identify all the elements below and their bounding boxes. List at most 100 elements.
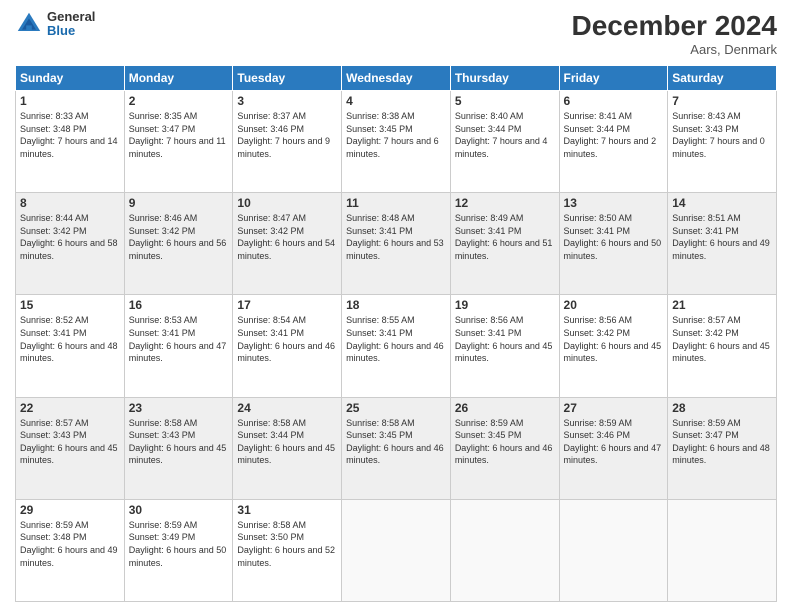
- calendar-cell: 22Sunrise: 8:57 AMSunset: 3:43 PMDayligh…: [16, 397, 125, 499]
- calendar-cell: 28Sunrise: 8:59 AMSunset: 3:47 PMDayligh…: [668, 397, 777, 499]
- day-number: 17: [237, 298, 337, 312]
- day-info: Sunrise: 8:55 AMSunset: 3:41 PMDaylight:…: [346, 314, 446, 364]
- day-number: 27: [564, 401, 664, 415]
- calendar-cell: [342, 499, 451, 601]
- day-info: Sunrise: 8:57 AMSunset: 3:42 PMDaylight:…: [672, 314, 772, 364]
- day-number: 14: [672, 196, 772, 210]
- day-number: 21: [672, 298, 772, 312]
- day-number: 3: [237, 94, 337, 108]
- day-info: Sunrise: 8:56 AMSunset: 3:41 PMDaylight:…: [455, 314, 555, 364]
- day-info: Sunrise: 8:52 AMSunset: 3:41 PMDaylight:…: [20, 314, 120, 364]
- calendar-cell: 27 Sunrise: 8:59 AMSunset: 3:46 PMDayligh…: [559, 397, 668, 499]
- day-info: Sunrise: 8:59 AMSunset: 3:47 PMDaylight:…: [672, 417, 772, 467]
- weekday-header: Tuesday: [233, 66, 342, 91]
- calendar-cell: [450, 499, 559, 601]
- calendar-cell: 2Sunrise: 8:35 AMSunset: 3:47 PMDaylight…: [124, 91, 233, 193]
- calendar-cell: 20 Sunrise: 8:56 AMSunset: 3:42 PMDayligh…: [559, 295, 668, 397]
- calendar-cell: 14 Sunrise: 8:51 AMSunset: 3:41 PMDayligh…: [668, 193, 777, 295]
- day-info: Sunrise: 8:57 AMSunset: 3:43 PMDaylight:…: [20, 417, 120, 467]
- calendar-cell: 26Sunrise: 8:59 AMSunset: 3:45 PMDayligh…: [450, 397, 559, 499]
- calendar-cell: 24Sunrise: 8:58 AMSunset: 3:44 PMDayligh…: [233, 397, 342, 499]
- day-number: 1: [20, 94, 120, 108]
- day-number: 26: [455, 401, 555, 415]
- day-number: 23: [129, 401, 229, 415]
- calendar-cell: 12 Sunrise: 8:49 AMSunset: 3:41 PMDayligh…: [450, 193, 559, 295]
- calendar-cell: 21 Sunrise: 8:57 AMSunset: 3:42 PMDayligh…: [668, 295, 777, 397]
- day-number: 25: [346, 401, 446, 415]
- weekday-header: Saturday: [668, 66, 777, 91]
- calendar-cell: 18 Sunrise: 8:55 AMSunset: 3:41 PMDayligh…: [342, 295, 451, 397]
- day-number: 4: [346, 94, 446, 108]
- calendar-week-row: 1 Sunrise: 8:33 AMSunset: 3:48 PMDaylight…: [16, 91, 777, 193]
- day-info: Sunrise: 8:49 AMSunset: 3:41 PMDaylight:…: [455, 212, 555, 262]
- day-number: 18: [346, 298, 446, 312]
- day-info: Sunrise: 8:47 AMSunset: 3:42 PMDaylight:…: [237, 212, 337, 262]
- day-info: Sunrise: 8:33 AMSunset: 3:48 PMDaylight:…: [20, 110, 120, 160]
- calendar-cell: 1 Sunrise: 8:33 AMSunset: 3:48 PMDaylight…: [16, 91, 125, 193]
- day-number: 11: [346, 196, 446, 210]
- calendar-cell: 8Sunrise: 8:44 AMSunset: 3:42 PMDaylight…: [16, 193, 125, 295]
- logo-icon: [15, 10, 43, 38]
- month-title: December 2024: [572, 10, 777, 42]
- day-info: Sunrise: 8:48 AMSunset: 3:41 PMDaylight:…: [346, 212, 446, 262]
- calendar-cell: 31Sunrise: 8:58 AMSunset: 3:50 PMDayligh…: [233, 499, 342, 601]
- title-area: December 2024 Aars, Denmark: [572, 10, 777, 57]
- page: General Blue December 2024 Aars, Denmark…: [0, 0, 792, 612]
- calendar: SundayMondayTuesdayWednesdayThursdayFrid…: [15, 65, 777, 602]
- day-info: Sunrise: 8:41 AMSunset: 3:44 PMDaylight:…: [564, 110, 664, 160]
- logo: General Blue: [15, 10, 95, 39]
- day-info: Sunrise: 8:40 AMSunset: 3:44 PMDaylight:…: [455, 110, 555, 160]
- day-info: Sunrise: 8:58 AMSunset: 3:44 PMDaylight:…: [237, 417, 337, 467]
- weekday-header: Friday: [559, 66, 668, 91]
- weekday-header: Thursday: [450, 66, 559, 91]
- calendar-cell: 4 Sunrise: 8:38 AMSunset: 3:45 PMDaylight…: [342, 91, 451, 193]
- weekday-header: Monday: [124, 66, 233, 91]
- day-info: Sunrise: 8:44 AMSunset: 3:42 PMDaylight:…: [20, 212, 120, 262]
- calendar-week-row: 15 Sunrise: 8:52 AMSunset: 3:41 PMDayligh…: [16, 295, 777, 397]
- calendar-cell: [668, 499, 777, 601]
- day-number: 20: [564, 298, 664, 312]
- day-info: Sunrise: 8:43 AMSunset: 3:43 PMDaylight:…: [672, 110, 772, 160]
- calendar-cell: 3 Sunrise: 8:37 AMSunset: 3:46 PMDaylight…: [233, 91, 342, 193]
- calendar-cell: 9Sunrise: 8:46 AMSunset: 3:42 PMDaylight…: [124, 193, 233, 295]
- day-info: Sunrise: 8:51 AMSunset: 3:41 PMDaylight:…: [672, 212, 772, 262]
- day-info: Sunrise: 8:38 AMSunset: 3:45 PMDaylight:…: [346, 110, 446, 160]
- weekday-header: Sunday: [16, 66, 125, 91]
- day-info: Sunrise: 8:50 AMSunset: 3:41 PMDaylight:…: [564, 212, 664, 262]
- day-info: Sunrise: 8:58 AMSunset: 3:43 PMDaylight:…: [129, 417, 229, 467]
- calendar-cell: 16Sunrise: 8:53 AMSunset: 3:41 PMDayligh…: [124, 295, 233, 397]
- logo-general: General: [47, 10, 95, 24]
- calendar-cell: 23 Sunrise: 8:58 AMSunset: 3:43 PMDayligh…: [124, 397, 233, 499]
- day-info: Sunrise: 8:56 AMSunset: 3:42 PMDaylight:…: [564, 314, 664, 364]
- calendar-week-row: 8Sunrise: 8:44 AMSunset: 3:42 PMDaylight…: [16, 193, 777, 295]
- day-number: 10: [237, 196, 337, 210]
- day-info: Sunrise: 8:59 AMSunset: 3:48 PMDaylight:…: [20, 519, 120, 569]
- day-info: Sunrise: 8:59 AMSunset: 3:49 PMDaylight:…: [129, 519, 229, 569]
- calendar-cell: 25 Sunrise: 8:58 AMSunset: 3:45 PMDayligh…: [342, 397, 451, 499]
- day-number: 30: [129, 503, 229, 517]
- day-number: 19: [455, 298, 555, 312]
- calendar-cell: 10 Sunrise: 8:47 AMSunset: 3:42 PMDayligh…: [233, 193, 342, 295]
- calendar-cell: 7Sunrise: 8:43 AMSunset: 3:43 PMDaylight…: [668, 91, 777, 193]
- calendar-cell: 30 Sunrise: 8:59 AMSunset: 3:49 PMDayligh…: [124, 499, 233, 601]
- calendar-cell: 13 Sunrise: 8:50 AMSunset: 3:41 PMDayligh…: [559, 193, 668, 295]
- calendar-cell: 17 Sunrise: 8:54 AMSunset: 3:41 PMDayligh…: [233, 295, 342, 397]
- calendar-week-row: 29Sunrise: 8:59 AMSunset: 3:48 PMDayligh…: [16, 499, 777, 601]
- day-number: 6: [564, 94, 664, 108]
- day-info: Sunrise: 8:46 AMSunset: 3:42 PMDaylight:…: [129, 212, 229, 262]
- day-info: Sunrise: 8:58 AMSunset: 3:45 PMDaylight:…: [346, 417, 446, 467]
- header: General Blue December 2024 Aars, Denmark: [15, 10, 777, 57]
- day-number: 12: [455, 196, 555, 210]
- weekday-header-row: SundayMondayTuesdayWednesdayThursdayFrid…: [16, 66, 777, 91]
- day-number: 13: [564, 196, 664, 210]
- weekday-header: Wednesday: [342, 66, 451, 91]
- day-number: 15: [20, 298, 120, 312]
- logo-text: General Blue: [47, 10, 95, 39]
- day-info: Sunrise: 8:59 AMSunset: 3:46 PMDaylight:…: [564, 417, 664, 467]
- calendar-week-row: 22Sunrise: 8:57 AMSunset: 3:43 PMDayligh…: [16, 397, 777, 499]
- day-info: Sunrise: 8:35 AMSunset: 3:47 PMDaylight:…: [129, 110, 229, 160]
- day-info: Sunrise: 8:37 AMSunset: 3:46 PMDaylight:…: [237, 110, 337, 160]
- day-info: Sunrise: 8:54 AMSunset: 3:41 PMDaylight:…: [237, 314, 337, 364]
- calendar-cell: 19 Sunrise: 8:56 AMSunset: 3:41 PMDayligh…: [450, 295, 559, 397]
- day-info: Sunrise: 8:58 AMSunset: 3:50 PMDaylight:…: [237, 519, 337, 569]
